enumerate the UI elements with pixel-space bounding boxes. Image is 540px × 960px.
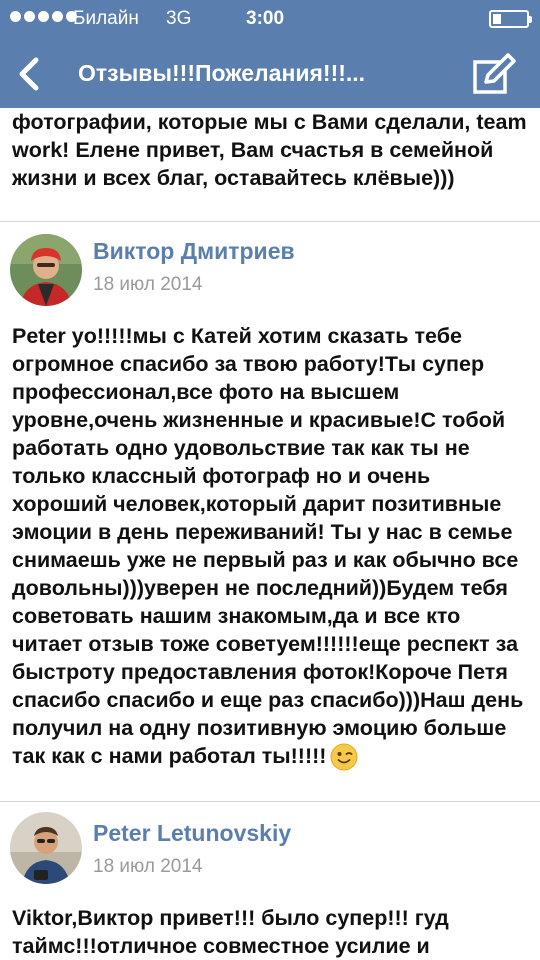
comment-text: фотографии, которые мы с Вами сделали, t… xyxy=(12,110,527,190)
navigation-bar: Отзывы!!!Пожелания!!!... xyxy=(0,40,540,108)
avatar[interactable] xyxy=(10,234,82,306)
divider xyxy=(0,221,540,222)
status-bar: Билайн 3G 3:00 xyxy=(0,0,540,40)
battery-icon xyxy=(489,10,532,28)
avatar[interactable] xyxy=(10,812,82,884)
comment-text: Viktor,Виктор привет!!! было супер!!! гу… xyxy=(12,906,449,958)
back-button[interactable] xyxy=(14,54,44,94)
clock: 3:00 xyxy=(246,8,285,29)
comment-author[interactable]: Виктор Дмитриев xyxy=(93,238,295,265)
divider xyxy=(0,801,540,802)
comments-list[interactable]: фотографии, которые мы с Вами сделали, t… xyxy=(0,108,540,960)
comment-body: Peter yo!!!!!мы с Катей хотим сказать те… xyxy=(12,322,528,771)
comment-text: Peter yo!!!!!мы с Катей хотим сказать те… xyxy=(12,324,524,768)
comment-date: 18 июл 2014 xyxy=(93,856,203,877)
page-title: Отзывы!!!Пожелания!!!... xyxy=(78,60,366,86)
carrier-label: Билайн xyxy=(73,8,139,29)
wink-emoji-icon xyxy=(330,743,358,771)
network-type-label: 3G xyxy=(166,8,192,29)
chevron-left-icon xyxy=(19,57,39,91)
compose-button[interactable] xyxy=(472,52,518,96)
compose-icon xyxy=(473,53,516,94)
comment-author[interactable]: Peter Letunovskiy xyxy=(93,820,291,847)
comment-date: 18 июл 2014 xyxy=(93,274,203,295)
signal-strength-icon xyxy=(10,11,77,22)
